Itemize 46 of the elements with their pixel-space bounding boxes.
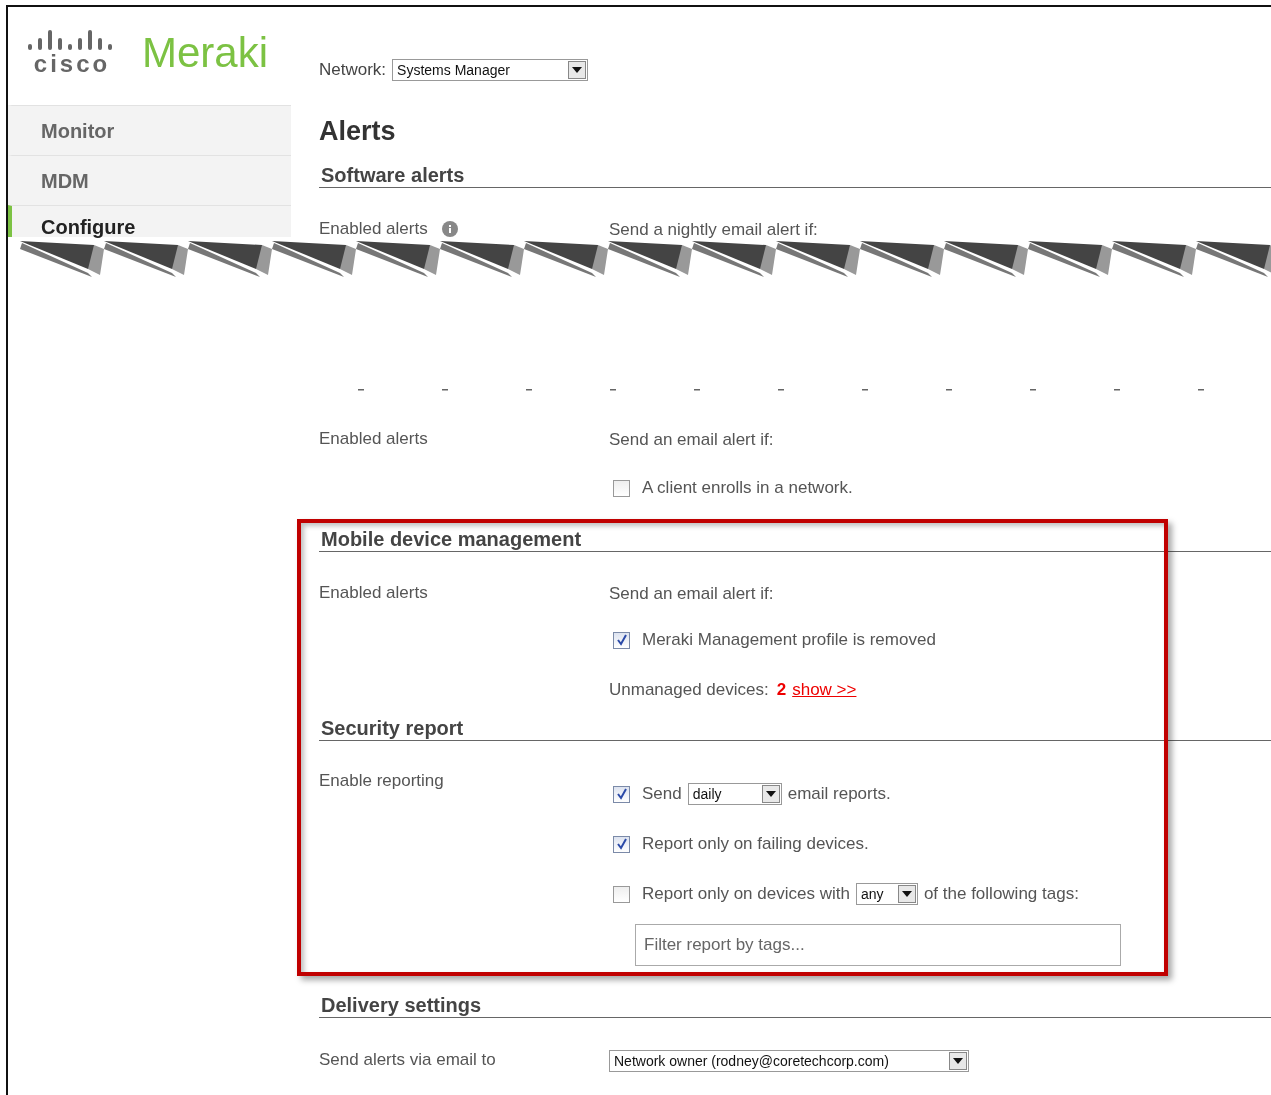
- row-text: Send an email alert if:: [609, 429, 775, 451]
- caret-icon: [901, 891, 912, 897]
- dropdown[interactable]: Network owner (rodney@coretechcorp.com): [609, 1050, 969, 1072]
- row-label: Enabled alerts: [319, 219, 428, 239]
- dropdown[interactable]: any: [855, 883, 918, 905]
- checkbox-label: of the following tags:: [923, 883, 1079, 905]
- status-label: Unmanaged devices:: [609, 679, 769, 701]
- caret-icon: [572, 67, 583, 73]
- caret-icon: [765, 791, 776, 797]
- count-value: 2: [776, 679, 787, 701]
- checkbox-label: Send: [642, 783, 682, 805]
- dropdown[interactable]: Systems Manager: [392, 59, 589, 81]
- network-label: Network:: [319, 60, 387, 80]
- checkbox[interactable]: [613, 479, 630, 497]
- checkbox[interactable]: [613, 835, 630, 853]
- checkbox-label: A client enrolls in a network.: [642, 477, 853, 499]
- checkbox-label: Report only on failing devices.: [642, 833, 869, 855]
- show-link[interactable]: show >>: [792, 679, 857, 701]
- section-heading: Mobile device management: [319, 527, 1271, 552]
- dropdown[interactable]: daily: [687, 783, 782, 805]
- product-name: Meraki: [142, 29, 269, 77]
- tag-filter-field[interactable]: Filter report by tags...: [635, 924, 1121, 966]
- row-label: Send alerts via email to: [319, 1050, 496, 1070]
- check-icon: [615, 788, 628, 800]
- check-icon: [615, 838, 628, 850]
- check-icon: [615, 634, 628, 646]
- checkbox-label: email reports.: [787, 783, 891, 805]
- sidebar-item[interactable]: Configure: [8, 205, 291, 237]
- section-heading: Delivery settings: [319, 993, 1271, 1018]
- row-label: Enable reporting: [319, 771, 444, 791]
- section-heading: Software alerts: [319, 163, 1271, 188]
- row-label: Enabled alerts: [319, 429, 428, 449]
- caret-icon: [953, 1058, 963, 1064]
- row-text: Send an email alert if:: [609, 583, 775, 605]
- sidebar-item[interactable]: MDM: [8, 155, 291, 205]
- page-title: Alerts: [319, 115, 397, 148]
- checkbox-label: Meraki Management profile is removed: [642, 629, 936, 651]
- brand-name: cisco: [33, 52, 111, 76]
- checkbox[interactable]: [613, 785, 630, 803]
- section-heading: Security report: [319, 716, 1271, 741]
- row-label: Enabled alerts: [319, 583, 428, 603]
- checkbox[interactable]: [613, 885, 630, 903]
- row-text: Send a nightly email alert if:: [609, 219, 818, 241]
- sidebar-item[interactable]: Monitor: [8, 105, 291, 155]
- checkbox-label: Report only on devices with: [642, 883, 850, 905]
- checkbox[interactable]: [613, 631, 630, 649]
